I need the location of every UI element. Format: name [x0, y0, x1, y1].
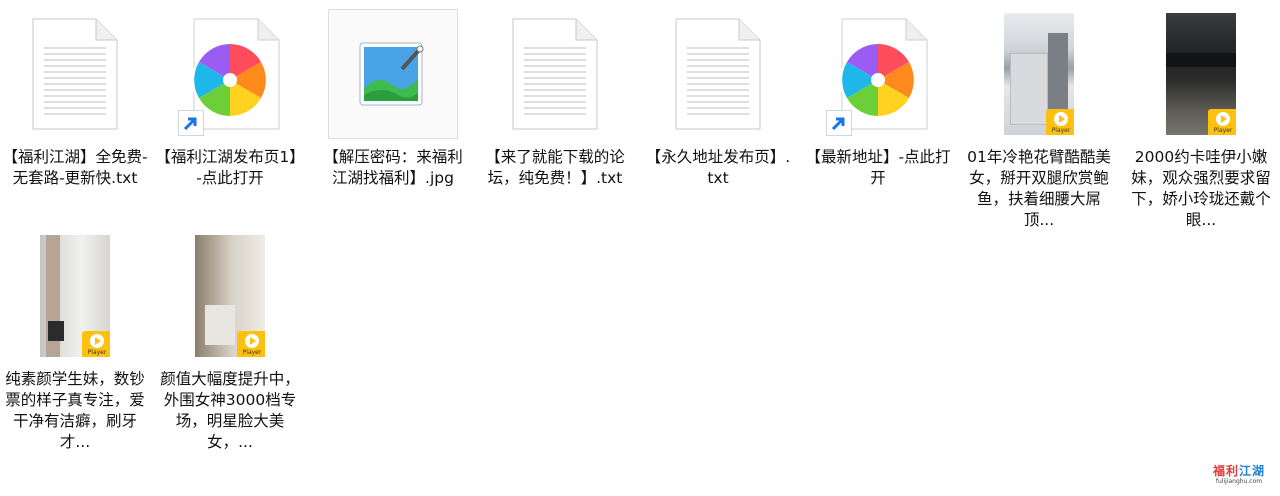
play-icon	[90, 334, 104, 348]
image-file-icon	[328, 9, 458, 139]
player-badge: Player	[237, 331, 265, 357]
play-icon	[245, 334, 259, 348]
file-name: 【最新地址】-点此打开	[805, 148, 951, 187]
icon-container	[643, 8, 793, 140]
icon-container	[0, 8, 150, 140]
shortcut-arrow-icon	[178, 110, 204, 136]
player-badge: Player	[1046, 109, 1074, 135]
text-document-icon	[32, 18, 118, 130]
browser-shortcut-icon	[826, 18, 928, 136]
player-badge: Player	[1208, 109, 1236, 135]
file-name: 颜值大幅度提升中，外围女神3000档专场，明星脸大美女，...	[160, 370, 300, 451]
file-name: 【来了就能下载的论坛，纯免费！】.txt	[485, 148, 625, 187]
text-document-icon	[512, 18, 598, 130]
file-name: 【福利江湖】全免费-无套路-更新快.txt	[2, 148, 148, 187]
file-name: 01年冷艳花臂酷酷美女，掰开双腿欣赏鲍鱼，扶着细腰大屌顶...	[967, 148, 1111, 229]
icon-container	[155, 8, 305, 140]
file-name: 【永久地址发布页】.txt	[645, 148, 791, 187]
icon-container: Player	[964, 8, 1114, 140]
video-thumbnail: Player	[1166, 13, 1236, 135]
video-thumbnail: Player	[1004, 13, 1074, 135]
text-document-icon	[675, 18, 761, 130]
icon-container	[803, 8, 953, 140]
file-name: 【解压密码：来福利江湖找福利】.jpg	[323, 148, 463, 187]
file-name: 2000约卡哇伊小嫩妹，观众强烈要求留下，娇小玲珑还戴个眼...	[1131, 148, 1271, 229]
file-name: 【福利江湖发布页1】-点此打开	[155, 148, 305, 187]
icon-container	[318, 8, 468, 140]
icon-container: Player	[155, 230, 305, 362]
watermark-logo: 福利江湖 fulijianghu.com	[1212, 464, 1266, 485]
icon-container	[480, 8, 630, 140]
icon-container: Player	[1126, 8, 1276, 140]
icon-container: Player	[0, 230, 150, 362]
play-icon	[1054, 112, 1068, 126]
file-name: 纯素颜学生妹，数钞票的样子真专注，爱干净有洁癖，刷牙才...	[5, 370, 145, 451]
file-grid: 【福利江湖】全免费-无套路-更新快.txt 【福利江湖发布页1】-点此打开 【解…	[0, 0, 1280, 496]
play-icon	[1216, 112, 1230, 126]
shortcut-arrow-icon	[826, 110, 852, 136]
video-thumbnail: Player	[195, 235, 265, 357]
browser-shortcut-icon	[178, 18, 280, 136]
player-badge: Player	[82, 331, 110, 357]
video-thumbnail: Player	[40, 235, 110, 357]
